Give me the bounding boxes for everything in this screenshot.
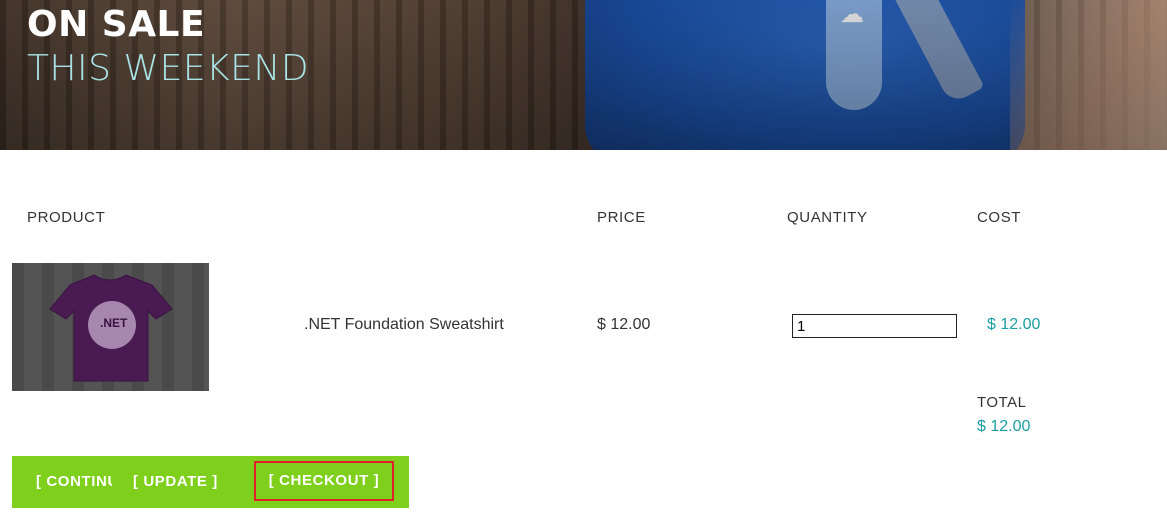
update-button[interactable]: [ UPDATE ] [133,473,218,490]
hero-subtitle: THIS WEEKEND [27,48,310,89]
product-image-text: .NET [100,316,128,330]
header-price: PRICE [597,209,646,226]
total-label: TOTAL [977,394,1027,411]
continue-shopping-button[interactable]: [ CONTINUE SHOPPING ] [36,473,112,490]
header-quantity: QUANTITY [787,209,868,226]
tshirt-icon: .NET [49,274,173,382]
quantity-input[interactable] [792,314,957,338]
product-image[interactable]: .NET [12,263,209,391]
product-name[interactable]: .NET Foundation Sweatshirt [304,316,504,334]
total-value: $ 12.00 [977,418,1031,435]
product-cost: $ 12.00 [987,316,1041,333]
hero-banner: ☁ ON SALE THIS WEEKEND [0,0,1167,150]
checkout-button[interactable]: [ CHECKOUT ] [254,461,394,501]
cart-action-bar: [ CONTINUE SHOPPING ] [ UPDATE ] [ CHECK… [12,456,409,508]
product-price: $ 12.00 [597,316,651,333]
hero-title: ON SALE [27,4,206,45]
header-product: PRODUCT [27,209,106,226]
header-cost: COST [977,209,1022,226]
